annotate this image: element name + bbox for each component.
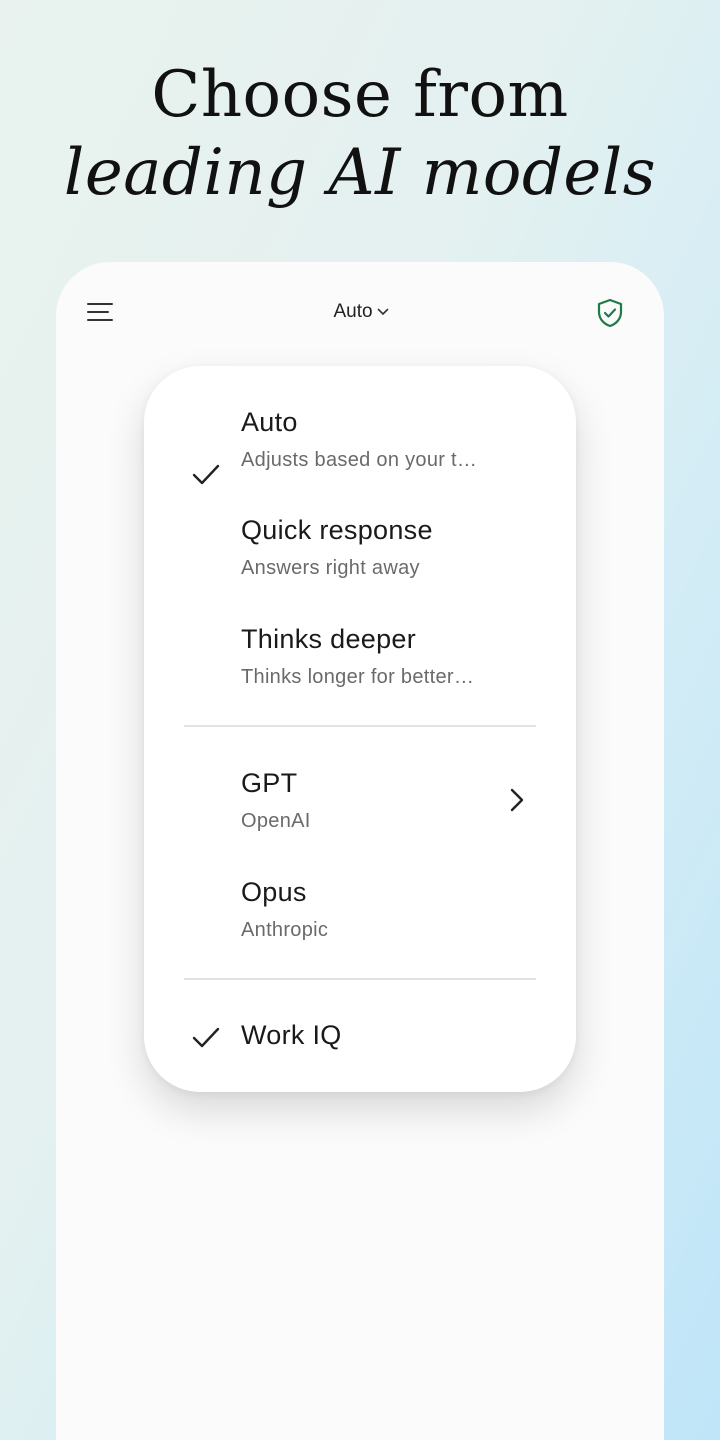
menu-item-label: Work IQ — [241, 1020, 342, 1050]
menu-item-gpt[interactable]: GPT OpenAI — [144, 764, 576, 864]
menu-item-description: Anthropic — [241, 919, 329, 941]
checkmark-icon — [192, 464, 220, 485]
chevron-down-icon — [377, 308, 388, 315]
checkmark-icon — [192, 1027, 220, 1048]
menu-divider — [184, 725, 536, 727]
menu-item-description: Adjusts based on your t… — [241, 449, 478, 471]
menu-item-description: Thinks longer for better… — [241, 666, 475, 688]
menu-divider — [184, 978, 536, 980]
hero-line-2: leading AI models — [63, 136, 657, 210]
menu-item-label: Opus — [241, 877, 307, 907]
menu-item-description: OpenAI — [241, 810, 311, 832]
menu-item-description: Answers right away — [241, 557, 420, 579]
hero-heading: Choose from leading AI models — [0, 56, 720, 212]
menu-item-quick-response[interactable]: Quick response Answers right away — [144, 511, 576, 611]
menu-item-work-iq[interactable]: Work IQ — [144, 1014, 576, 1064]
menu-item-auto[interactable]: Auto Adjusts based on your t… — [144, 402, 576, 502]
chevron-right-icon — [510, 788, 524, 812]
top-bar: Auto — [56, 262, 664, 362]
model-selector-label: Auto — [333, 301, 373, 322]
menu-item-opus[interactable]: Opus Anthropic — [144, 873, 576, 973]
model-dropdown-menu: Auto Adjusts based on your t… Quick resp… — [144, 366, 576, 1092]
model-selector-button[interactable]: Auto — [286, 296, 436, 328]
hero-line-1: Choose from — [151, 58, 569, 132]
menu-item-label: GPT — [241, 768, 298, 798]
menu-item-label: Quick response — [241, 515, 433, 545]
shield-check-icon[interactable] — [596, 298, 624, 328]
menu-item-label: Thinks deeper — [241, 624, 416, 654]
menu-item-thinks-deeper[interactable]: Thinks deeper Thinks longer for better… — [144, 619, 576, 719]
hamburger-menu-icon[interactable] — [86, 300, 114, 324]
menu-item-label: Auto — [241, 407, 298, 437]
